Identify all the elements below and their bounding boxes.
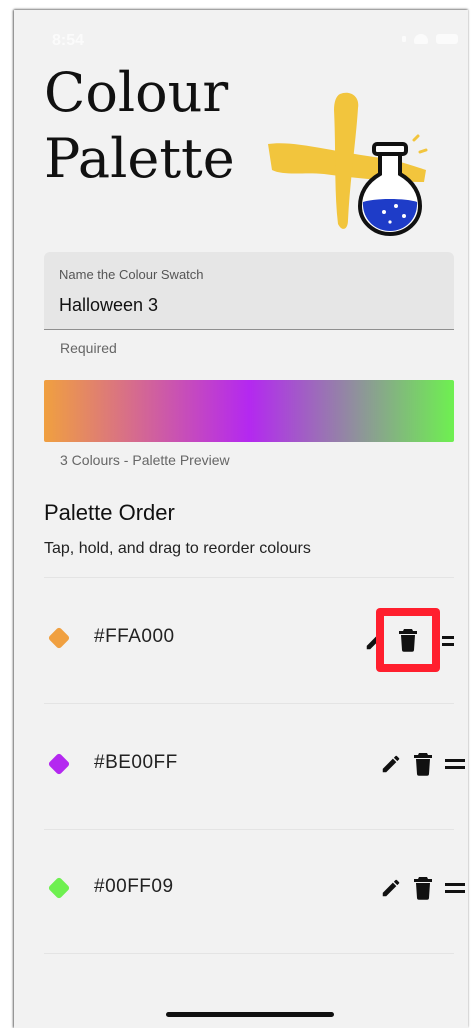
trash-icon[interactable] bbox=[384, 616, 432, 664]
drag-handle-icon[interactable] bbox=[442, 634, 454, 653]
colour-row[interactable]: #BE00FF bbox=[44, 736, 468, 796]
palette-preview-gradient bbox=[44, 380, 454, 442]
swatch-name-field[interactable]: Name the Colour Swatch Halloween 3 bbox=[44, 252, 454, 330]
delete-highlight-box bbox=[376, 608, 440, 672]
drag-handle-icon[interactable] bbox=[442, 750, 468, 778]
colour-swatch bbox=[47, 876, 71, 900]
status-time: 8:54 bbox=[52, 32, 85, 49]
divider bbox=[44, 703, 454, 704]
battery-icon bbox=[436, 34, 458, 44]
divider bbox=[44, 829, 454, 830]
colour-hex-label: #00FF09 bbox=[94, 876, 174, 897]
colour-hex-label: #FFA000 bbox=[94, 626, 175, 647]
required-helper-text: Required bbox=[60, 340, 117, 356]
row-actions bbox=[378, 750, 468, 778]
status-icons bbox=[402, 34, 458, 44]
trash-icon[interactable] bbox=[410, 750, 436, 778]
trash-icon[interactable] bbox=[410, 874, 436, 902]
divider bbox=[44, 953, 454, 954]
colour-hex-label: #BE00FF bbox=[94, 752, 178, 773]
palette-preview-caption: 3 Colours - Palette Preview bbox=[60, 452, 230, 468]
home-indicator[interactable] bbox=[166, 1012, 334, 1017]
colour-swatch bbox=[47, 626, 71, 650]
pencil-icon[interactable] bbox=[378, 874, 404, 902]
swatch-name-input[interactable]: Halloween 3 bbox=[59, 295, 158, 316]
page-title: Colour Palette bbox=[44, 61, 235, 190]
palette-order-title: Palette Order bbox=[44, 500, 175, 525]
colour-swatch bbox=[47, 752, 71, 776]
colour-row[interactable]: #00FF09 bbox=[44, 860, 468, 920]
pencil-icon[interactable] bbox=[378, 750, 404, 778]
drag-handle-icon[interactable] bbox=[442, 874, 468, 902]
row-actions bbox=[378, 874, 468, 902]
potion-flask-logo-icon bbox=[268, 92, 428, 237]
swatch-name-label: Name the Colour Swatch bbox=[59, 267, 204, 282]
palette-order-instructions: Tap, hold, and drag to reorder colours bbox=[44, 540, 311, 557]
wifi-icon bbox=[414, 34, 428, 44]
signal-icon bbox=[402, 36, 406, 42]
app-screen: 8:54 Colour Palette Name the Colour Swat… bbox=[14, 10, 468, 1028]
divider bbox=[44, 577, 454, 578]
